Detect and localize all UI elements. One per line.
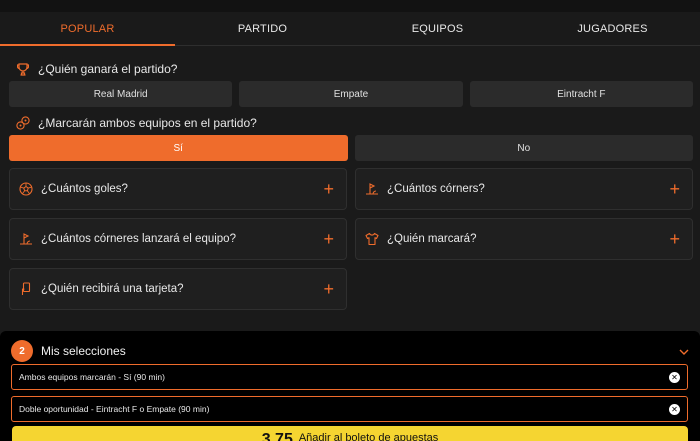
option-real-madrid[interactable]: Real Madrid (9, 81, 233, 107)
option-eintracht[interactable]: Eintracht F (469, 81, 693, 107)
selection-count-badge: 2 (11, 340, 33, 362)
expand-plus-icon[interactable]: + (323, 280, 334, 298)
selection-text: Ambos equipos marcarán - Sí (90 min) (19, 372, 165, 382)
market-team-corners[interactable]: ¿Cuántos córneres lanzará el equipo? + (9, 218, 347, 260)
winner-options: Real Madrid Empate Eintracht F (9, 81, 693, 107)
expand-plus-icon[interactable]: + (323, 230, 334, 248)
market-tabs: POPULAR PARTIDO EQUIPOS JUGADORES (0, 12, 700, 46)
market-card[interactable]: ¿Quién recibirá una tarjeta? + (9, 268, 347, 310)
corner-flag-icon (364, 181, 380, 197)
market-card-label: ¿Quién recibirá una tarjeta? (41, 283, 184, 295)
tab-popular[interactable]: POPULAR (0, 12, 175, 46)
remove-selection-icon[interactable]: ✕ (669, 371, 680, 383)
add-to-betslip-label: Añadir al boleto de apuestas (298, 432, 439, 441)
market-goals[interactable]: ¿Cuántos goles? + (9, 168, 347, 210)
market-goals-label: ¿Cuántos goles? (41, 183, 128, 195)
option-empate[interactable]: Empate (239, 81, 463, 107)
question-winner-text: ¿Quién ganará el partido? (38, 62, 178, 76)
bet-slip-title: Mis selecciones (41, 344, 126, 358)
option-si[interactable]: Sí (9, 135, 348, 161)
market-scorer-label: ¿Quién marcará? (387, 233, 477, 245)
market-corners[interactable]: ¿Cuántos córners? + (355, 168, 693, 210)
expand-plus-icon[interactable]: + (669, 180, 680, 198)
expand-plus-icon[interactable]: + (323, 180, 334, 198)
market-corners-label: ¿Cuántos córners? (387, 183, 485, 195)
market-team-corners-label: ¿Cuántos córneres lanzará el equipo? (41, 233, 236, 245)
tab-equipos[interactable]: EQUIPOS (350, 12, 525, 45)
expand-plus-icon[interactable]: + (669, 230, 680, 248)
question-winner: ¿Quién ganará el partido? (16, 62, 177, 76)
bet-slip-header[interactable]: 2 Mis selecciones (11, 340, 689, 362)
chevron-down-icon[interactable] (679, 344, 689, 358)
selection-item: Doble oportunidad - Eintracht F o Empate… (11, 396, 688, 422)
jersey-icon (364, 231, 380, 247)
balls-icon (16, 116, 30, 130)
card-icon (18, 281, 34, 297)
btts-options: Sí No (9, 135, 693, 161)
question-btts-text: ¿Marcarán ambos equipos en el partido? (38, 116, 257, 130)
market-scorer[interactable]: ¿Quién marcará? + (355, 218, 693, 260)
tab-partido[interactable]: PARTIDO (175, 12, 350, 45)
football-icon (18, 181, 34, 197)
tab-jugadores[interactable]: JUGADORES (525, 12, 700, 45)
remove-selection-icon[interactable]: ✕ (669, 403, 680, 415)
trophy-icon (16, 62, 30, 76)
option-no[interactable]: No (354, 135, 693, 161)
selection-item: Ambos equipos marcarán - Sí (90 min) ✕ (11, 364, 688, 390)
total-odds: 3.75 (261, 431, 293, 441)
question-btts: ¿Marcarán ambos equipos en el partido? (16, 116, 257, 130)
bet-slip: 2 Mis selecciones Ambos equipos marcarán… (0, 331, 700, 441)
top-strip (0, 0, 700, 12)
selection-text: Doble oportunidad - Eintracht F o Empate… (19, 404, 210, 414)
corner-flag-icon (18, 231, 34, 247)
add-to-betslip-button[interactable]: 3.75 Añadir al boleto de apuestas (12, 426, 688, 441)
